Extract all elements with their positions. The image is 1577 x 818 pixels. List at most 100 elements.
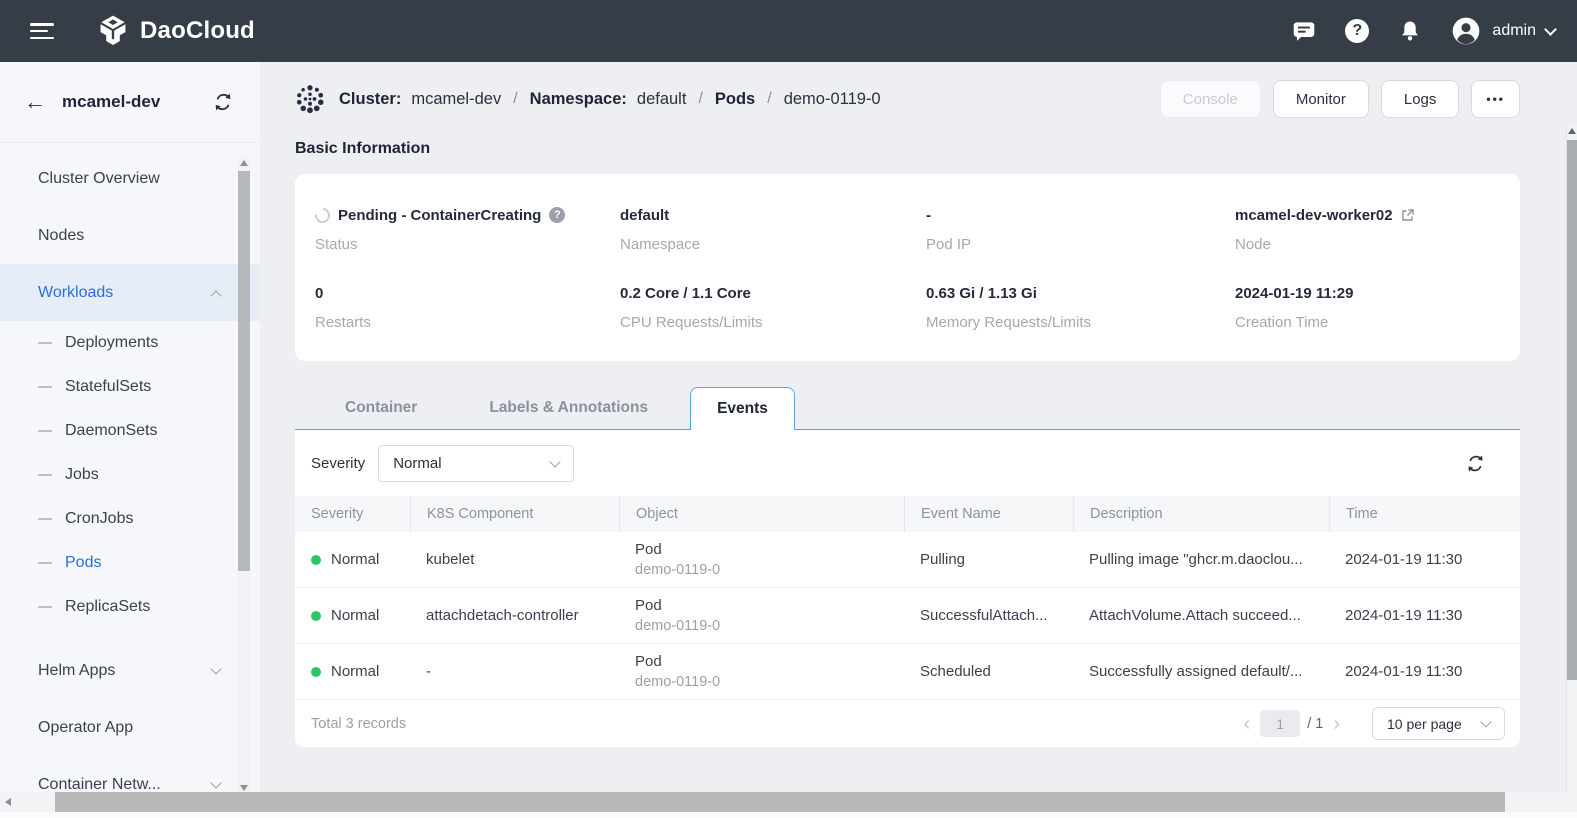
scroll-left-arrow[interactable] xyxy=(5,798,11,806)
dash-icon xyxy=(38,518,52,521)
pending-spinner-icon xyxy=(312,204,333,225)
table-row: Normal attachdetach-controller Poddemo-0… xyxy=(295,588,1520,644)
col-object: Object xyxy=(619,496,904,532)
help-icon[interactable]: ? xyxy=(1344,18,1370,44)
events-filter-bar: Severity Normal xyxy=(295,430,1520,496)
external-link-icon[interactable] xyxy=(1401,208,1415,222)
page-input[interactable]: 1 xyxy=(1260,710,1300,737)
messages-icon[interactable] xyxy=(1291,18,1317,44)
prev-page-icon[interactable]: ‹ xyxy=(1234,714,1261,734)
breadcrumb: Cluster: mcamel-dev / Namespace: default… xyxy=(339,90,881,109)
scroll-up-arrow[interactable] xyxy=(240,160,248,166)
sidebar-item-jobs[interactable]: Jobs xyxy=(0,453,260,497)
cluster-title: mcamel-dev xyxy=(62,92,160,112)
field-restarts: 0 Restarts xyxy=(315,283,620,361)
severity-normal-icon xyxy=(311,667,321,677)
chevron-up-icon xyxy=(210,290,221,301)
detail-tabs: Container Labels & Annotations Events xyxy=(295,387,1520,430)
logs-button[interactable]: Logs xyxy=(1381,80,1460,118)
section-title: Basic Information xyxy=(295,140,1520,158)
field-memory: 0.63 Gi / 1.13 Gi Memory Requests/Limits xyxy=(926,283,1235,361)
breadcrumb-namespace-value[interactable]: default xyxy=(637,90,687,109)
sidebar-item-cronjobs[interactable]: CronJobs xyxy=(0,497,260,541)
sidebar-item-statefulsets[interactable]: StatefulSets xyxy=(0,365,260,409)
clipped-content-strip xyxy=(0,812,1577,818)
brand[interactable]: DaoCloud xyxy=(96,14,255,48)
dash-icon xyxy=(38,474,52,477)
field-node: mcamel-dev-worker02 Node xyxy=(1235,205,1520,283)
basic-info-card: Pending - ContainerCreating ? Status def… xyxy=(295,174,1520,361)
sidebar-item-nodes[interactable]: Nodes xyxy=(0,207,260,264)
user-menu[interactable]: admin xyxy=(1450,15,1555,47)
switch-cluster-icon[interactable] xyxy=(212,91,234,113)
col-time: Time xyxy=(1329,496,1520,532)
brand-name: DaoCloud xyxy=(140,17,255,45)
breadcrumb-cluster-value[interactable]: mcamel-dev xyxy=(411,90,501,109)
scroll-down-arrow[interactable] xyxy=(240,785,248,791)
severity-label: Severity xyxy=(311,455,365,472)
vertical-scrollbar[interactable] xyxy=(1566,124,1577,792)
refresh-icon[interactable] xyxy=(1465,453,1486,474)
col-description: Description xyxy=(1073,496,1329,532)
events-panel: Severity Normal xyxy=(295,430,1520,747)
dash-icon xyxy=(38,562,52,565)
field-creation-time: 2024-01-19 11:29 Creation Time xyxy=(1235,283,1520,361)
sidebar-item-daemonsets[interactable]: DaemonSets xyxy=(0,409,260,453)
table-footer: Total 3 records ‹ 1 / 1 › 10 per page xyxy=(295,700,1520,747)
sidebar-item-cluster-overview[interactable]: Cluster Overview xyxy=(0,150,260,207)
page-count: / 1 xyxy=(1307,716,1323,732)
field-namespace: default Namespace xyxy=(620,205,926,283)
sidebar-item-deployments[interactable]: Deployments xyxy=(0,321,260,365)
back-arrow-icon[interactable]: ← xyxy=(24,91,46,113)
top-navbar: DaoCloud ? a xyxy=(0,0,1577,62)
severity-normal-icon xyxy=(311,611,321,621)
sidebar-item-replicasets[interactable]: ReplicaSets xyxy=(0,585,260,629)
notifications-bell-icon[interactable] xyxy=(1397,18,1423,44)
col-severity: Severity xyxy=(295,496,410,532)
horizontal-scrollbar[interactable] xyxy=(0,792,1577,812)
breadcrumb-cluster-label: Cluster: xyxy=(339,90,401,109)
horizontal-scrollbar-thumb[interactable] xyxy=(55,792,1505,812)
sidebar-scrollbar[interactable] xyxy=(238,157,250,794)
sidebar-item-pods[interactable]: Pods xyxy=(0,541,260,585)
more-actions-button[interactable]: ••• xyxy=(1471,80,1520,118)
cluster-icon xyxy=(295,84,325,114)
sidebar-item-workloads[interactable]: Workloads xyxy=(0,264,260,321)
tab-events[interactable]: Events xyxy=(690,387,795,430)
dash-icon xyxy=(38,606,52,609)
severity-select[interactable]: Normal xyxy=(378,445,574,482)
chevron-down-icon xyxy=(1544,23,1557,36)
per-page-select[interactable]: 10 per page xyxy=(1372,707,1505,740)
tab-container[interactable]: Container xyxy=(309,399,453,430)
menu-icon[interactable] xyxy=(30,23,54,39)
sidebar-item-helm-apps[interactable]: Helm Apps xyxy=(0,642,260,699)
breadcrumb-namespace-label: Namespace: xyxy=(530,90,627,109)
dash-icon xyxy=(38,342,52,345)
field-cpu: 0.2 Core / 1.1 Core CPU Requests/Limits xyxy=(620,283,926,361)
breadcrumb-pods-link[interactable]: Pods xyxy=(715,90,755,109)
avatar-icon xyxy=(1450,15,1482,47)
node-link[interactable]: mcamel-dev-worker02 xyxy=(1235,207,1393,224)
events-table-header: Severity K8S Component Object Event Name… xyxy=(295,496,1520,532)
sidebar-nav: Cluster Overview Nodes Workloads Deploym… xyxy=(0,143,260,813)
chevron-down-icon xyxy=(1480,716,1491,727)
sidebar-scrollbar-thumb[interactable] xyxy=(238,171,250,571)
sidebar: ← mcamel-dev Cluster Overview Nodes Work… xyxy=(0,62,260,818)
total-records: Total 3 records xyxy=(311,716,406,732)
next-page-icon[interactable]: › xyxy=(1323,714,1350,734)
page-header: Cluster: mcamel-dev / Namespace: default… xyxy=(295,75,1520,123)
chevron-down-icon xyxy=(550,456,561,467)
vertical-scrollbar-thumb[interactable] xyxy=(1567,140,1577,680)
col-k8s-component: K8S Component xyxy=(410,496,619,532)
table-row: Normal kubelet Poddemo-0119-0 Pulling Pu… xyxy=(295,532,1520,588)
sidebar-item-operator-app[interactable]: Operator App xyxy=(0,699,260,756)
status-help-icon[interactable]: ? xyxy=(549,207,565,223)
main-content: Cluster: mcamel-dev / Namespace: default… xyxy=(260,62,1577,818)
field-pod-ip: - Pod IP xyxy=(926,205,1235,283)
console-button[interactable]: Console xyxy=(1160,80,1261,118)
dash-icon xyxy=(38,386,52,389)
scroll-up-arrow[interactable] xyxy=(1568,128,1576,134)
daocloud-logo-icon xyxy=(96,14,130,48)
tab-labels-annotations[interactable]: Labels & Annotations xyxy=(453,399,684,430)
monitor-button[interactable]: Monitor xyxy=(1273,80,1369,118)
